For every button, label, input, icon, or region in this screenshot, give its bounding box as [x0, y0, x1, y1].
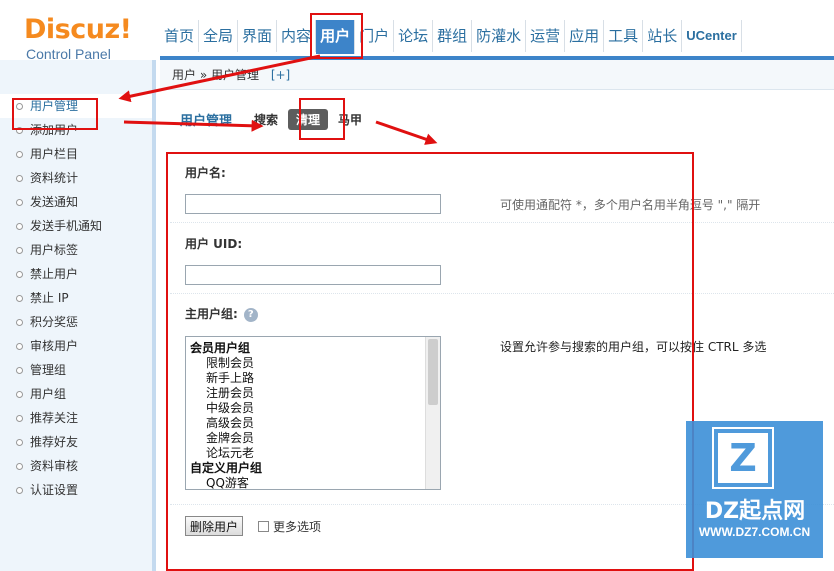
nav-tab-3[interactable]: 内容 — [277, 20, 317, 52]
page-title: 用户管理 — [180, 113, 233, 129]
group-option[interactable]: 限制会员 — [190, 356, 440, 371]
divider — [170, 222, 834, 223]
group-heading: 会员用户组 — [190, 341, 251, 355]
group-option[interactable]: 中级会员 — [190, 401, 440, 416]
sidebar-item-6[interactable]: 用户标签 — [0, 238, 152, 262]
logo[interactable]: Discuz! Control Panel — [24, 14, 134, 63]
top-nav: 首页 全局 界面 内容 用户 门户 论坛 群组 防灌水 运营 应用 工具 站长 UCenter — [160, 20, 742, 56]
subtab-2[interactable]: 马甲 — [338, 111, 362, 128]
breadcrumb-add-shortcut[interactable]: [+] — [271, 68, 290, 82]
group-hint: 设置允许参与搜索的用户组，可以按住 CTRL 多选 — [500, 340, 767, 354]
group-label-wrap: 主用户组:? — [185, 305, 258, 322]
nav-tab-1[interactable]: 全局 — [199, 20, 239, 52]
user-group-listbox[interactable]: 会员用户组 限制会员 新手上路 注册会员 中级会员 高级会员 金牌会员 论坛元老 自定义用户组 Q… — [185, 336, 441, 490]
group-option[interactable]: 金牌会员 — [190, 431, 440, 446]
subtab-0[interactable]: 搜索 — [254, 111, 278, 128]
nav-tab-8[interactable]: 防灌水 — [472, 20, 527, 52]
divider — [170, 293, 834, 294]
sidebar-item-11[interactable]: 管理组 — [0, 358, 152, 382]
subtab-1[interactable]: 清理 — [288, 108, 329, 130]
uid-label: 用户 UID: — [185, 237, 243, 251]
group-option[interactable]: QQ游客 — [190, 476, 440, 489]
sidebar-item-16[interactable]: 认证设置 — [0, 478, 152, 502]
sidebar-item-2[interactable]: 用户栏目 — [0, 142, 152, 166]
sidebar-item-12[interactable]: 用户组 — [0, 382, 152, 406]
breadcrumb: 用户 » 用户管理 [+] — [160, 60, 834, 90]
sidebar: 用户管理 添加用户 用户栏目 资料统计 发送通知 发送手机通知 用户标签 禁止用户 禁止 IP 积… — [0, 60, 156, 571]
sidebar-item-9[interactable]: 积分奖惩 — [0, 310, 152, 334]
sidebar-item-5[interactable]: 发送手机通知 — [0, 214, 152, 238]
watermark-site: WWW.DZ7.COM.CN — [698, 525, 811, 539]
sidebar-item-1[interactable]: 添加用户 — [0, 118, 152, 142]
help-icon[interactable]: ? — [243, 307, 258, 322]
more-options-toggle[interactable]: 更多选项 — [258, 518, 321, 535]
sidebar-item-10[interactable]: 审核用户 — [0, 334, 152, 358]
breadcrumb-path: 用户 » 用户管理 — [172, 68, 259, 82]
watermark-mark: Z — [718, 433, 768, 483]
listbox-scrollbar[interactable] — [425, 337, 440, 489]
more-options-checkbox[interactable] — [258, 521, 269, 532]
logo-text: Discuz! — [24, 14, 132, 45]
uid-input[interactable] — [185, 265, 441, 285]
username-hint: 可使用通配符 *，多个用户名用半角逗号 "," 隔开 — [500, 198, 761, 212]
arrow-tab-to-form — [375, 120, 438, 145]
group-option[interactable]: 新手上路 — [190, 371, 440, 386]
nav-tab-11[interactable]: 工具 — [604, 20, 644, 52]
nav-tab-9[interactable]: 运营 — [526, 20, 566, 52]
sidebar-item-14[interactable]: 推荐好友 — [0, 430, 152, 454]
sidebar-item-15[interactable]: 资料审核 — [0, 454, 152, 478]
group-label: 主用户组: — [185, 307, 238, 321]
username-label: 用户名: — [185, 166, 226, 180]
delete-users-button[interactable]: 删除用户 — [185, 516, 244, 536]
group-option[interactable]: 注册会员 — [190, 386, 440, 401]
nav-tab-10[interactable]: 应用 — [565, 20, 605, 52]
nav-tab-5[interactable]: 门户 — [355, 20, 395, 52]
user-group-options: 会员用户组 限制会员 新手上路 注册会员 中级会员 高级会员 金牌会员 论坛元老 自定义用户组 Q… — [186, 337, 440, 489]
scrollbar-thumb[interactable] — [428, 339, 438, 405]
nav-tab-13[interactable]: UCenter — [682, 20, 742, 52]
sidebar-item-4[interactable]: 发送通知 — [0, 190, 152, 214]
sidebar-item-0[interactable]: 用户管理 — [0, 94, 152, 118]
group-option[interactable]: 论坛元老 — [190, 446, 440, 461]
sidebar-item-3[interactable]: 资料统计 — [0, 166, 152, 190]
username-input[interactable] — [185, 194, 441, 214]
group-heading: 自定义用户组 — [190, 461, 263, 475]
subtab-bar: 用户管理 搜索 清理 马甲 — [180, 106, 372, 132]
sidebar-menu: 用户管理 添加用户 用户栏目 资料统计 发送通知 发送手机通知 用户标签 禁止用户 禁止 IP 积… — [0, 94, 152, 502]
nav-tab-2[interactable]: 界面 — [238, 20, 278, 52]
nav-tab-0[interactable]: 首页 — [160, 20, 200, 52]
sidebar-item-8[interactable]: 禁止 IP — [0, 286, 152, 310]
nav-tab-6[interactable]: 论坛 — [394, 20, 434, 52]
header: Discuz! Control Panel 首页 全局 界面 内容 用户 门户 论坛 群组 防灌… — [0, 0, 834, 63]
sidebar-item-7[interactable]: 禁止用户 — [0, 262, 152, 286]
nav-tab-7[interactable]: 群组 — [433, 20, 473, 52]
nav-tab-12[interactable]: 站长 — [643, 20, 683, 52]
more-options-label: 更多选项 — [273, 520, 322, 534]
group-option[interactable]: 高级会员 — [190, 416, 440, 431]
watermark-logo: Z DZ起点网 WWW.DZ7.COM.CN — [686, 421, 823, 558]
watermark-brand: DZ起点网 — [704, 499, 806, 524]
sidebar-item-13[interactable]: 推荐关注 — [0, 406, 152, 430]
nav-tab-4[interactable]: 用户 — [316, 20, 356, 54]
